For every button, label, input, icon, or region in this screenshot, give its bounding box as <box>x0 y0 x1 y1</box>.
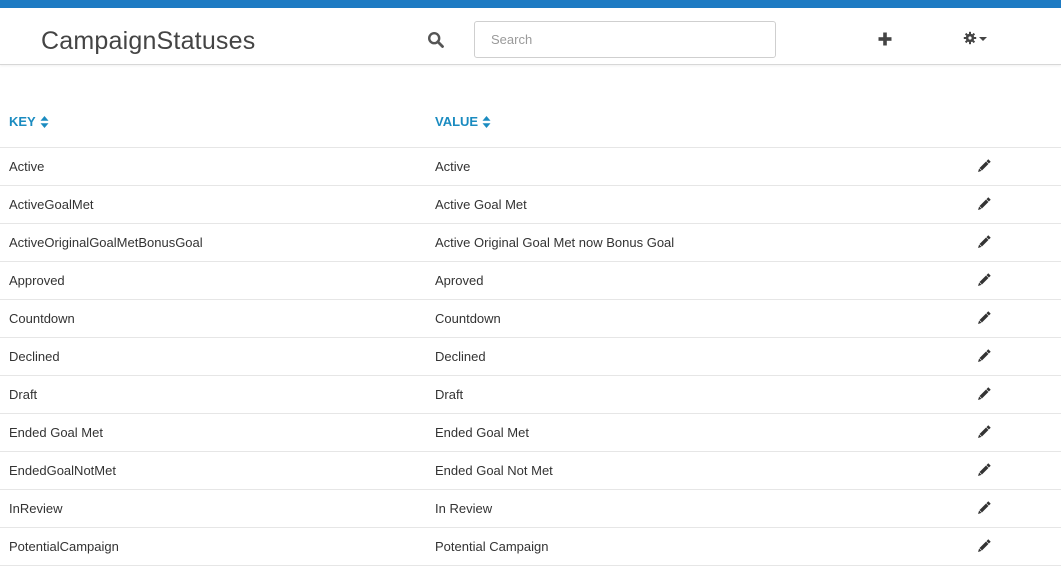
add-button[interactable] <box>876 30 894 48</box>
table-row: ActiveGoalMet Active Goal Met <box>0 186 1061 224</box>
pencil-icon[interactable] <box>976 311 991 326</box>
cell-key: ActiveGoalMet <box>9 197 94 212</box>
search-icon[interactable] <box>427 31 445 49</box>
gear-icon <box>963 31 977 45</box>
pencil-icon[interactable] <box>976 197 991 212</box>
page-header: CampaignStatuses <box>0 8 1061 65</box>
cell-value: Draft <box>435 387 464 402</box>
column-header-label: VALUE <box>435 114 479 129</box>
cell-value: Ended Goal Not Met <box>435 463 553 478</box>
cell-key: Countdown <box>9 311 75 326</box>
pencil-icon[interactable] <box>976 425 991 440</box>
cell-key: Approved <box>9 273 65 288</box>
pencil-icon[interactable] <box>976 273 991 288</box>
cell-value: Active Original Goal Met now Bonus Goal <box>435 235 675 250</box>
cell-value: In Review <box>435 501 493 516</box>
sort-icon <box>40 116 49 128</box>
pencil-icon[interactable] <box>976 159 991 174</box>
table-header-row: KEY VALUE <box>0 96 1061 148</box>
cell-key: EndedGoalNotMet <box>9 463 116 478</box>
table-row: EndedGoalNotMet Ended Goal Not Met <box>0 452 1061 490</box>
pencil-icon[interactable] <box>976 501 991 516</box>
cell-key: Declined <box>9 349 60 364</box>
cell-value: Active Goal Met <box>435 197 527 212</box>
table-row: Countdown Countdown <box>0 300 1061 338</box>
column-header-value[interactable]: VALUE <box>435 114 491 130</box>
table-body: Active Active ActiveGoalMet Active Goal … <box>0 148 1061 566</box>
caret-down-icon <box>979 37 987 41</box>
cell-key: Ended Goal Met <box>9 425 103 440</box>
cell-key: Active <box>9 159 45 174</box>
cell-key: Draft <box>9 387 38 402</box>
cell-key: PotentialCampaign <box>9 539 119 554</box>
cell-value: Potential Campaign <box>435 539 549 554</box>
cell-value: Declined <box>435 349 486 364</box>
cell-value: Countdown <box>435 311 501 326</box>
page-title: CampaignStatuses <box>41 27 256 55</box>
table-row: Draft Draft <box>0 376 1061 414</box>
sort-icon <box>482 116 491 128</box>
table-row: PotentialCampaign Potential Campaign <box>0 528 1061 566</box>
top-accent-bar <box>0 0 1061 8</box>
pencil-icon[interactable] <box>976 349 991 364</box>
table-row: Active Active <box>0 148 1061 186</box>
cell-key: InReview <box>9 501 63 516</box>
pencil-icon[interactable] <box>976 463 991 478</box>
table-row: Approved Aproved <box>0 262 1061 300</box>
cell-value: Aproved <box>435 273 484 288</box>
campaign-statuses-table: KEY VALUE Active Active ActiveGoalMet Ac… <box>0 96 1061 566</box>
cell-value: Ended Goal Met <box>435 425 529 440</box>
column-header-label: KEY <box>9 114 36 129</box>
table-row: Declined Declined <box>0 338 1061 376</box>
table-row: Ended Goal Met Ended Goal Met <box>0 414 1061 452</box>
pencil-icon[interactable] <box>976 539 991 554</box>
cell-value: Active <box>435 159 471 174</box>
pencil-icon[interactable] <box>976 387 991 402</box>
table-row: ActiveOriginalGoalMetBonusGoal Active Or… <box>0 224 1061 262</box>
cell-key: ActiveOriginalGoalMetBonusGoal <box>9 235 203 250</box>
pencil-icon[interactable] <box>976 235 991 250</box>
settings-dropdown-button[interactable] <box>963 29 991 47</box>
column-header-key[interactable]: KEY <box>9 114 49 130</box>
table-row: InReview In Review <box>0 490 1061 528</box>
search-input[interactable] <box>474 21 776 58</box>
